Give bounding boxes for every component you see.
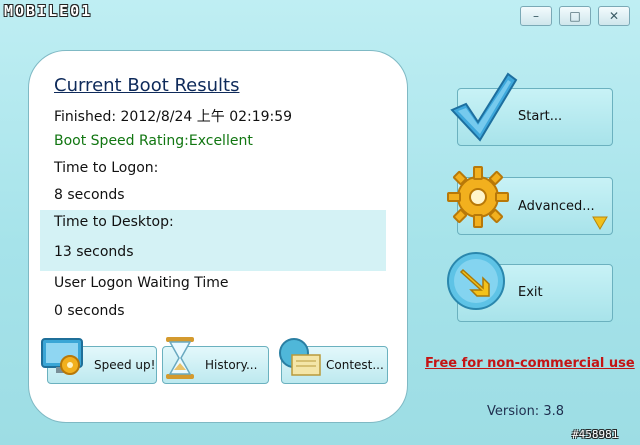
minimize-button[interactable]: – [520, 6, 552, 26]
speed-up-label: Speed up! [94, 358, 156, 372]
hourglass-icon [166, 337, 194, 379]
waiting-value: 0 seconds [54, 303, 125, 319]
speed-rating: Boot Speed Rating:Excellent [54, 133, 253, 149]
results-title: Current Boot Results [54, 75, 240, 96]
history-label: History... [205, 358, 258, 372]
advanced-label: Advanced... [518, 199, 595, 214]
title-bar: MOBILE01 – □ ✕ [0, 0, 640, 30]
version-text: Version: 3.8 [487, 404, 564, 419]
gear-icon [447, 166, 509, 228]
logon-value: 8 seconds [54, 187, 125, 203]
watermark-logo: MOBILE01 [4, 2, 93, 20]
desktop-value: 13 seconds [54, 244, 134, 260]
contest-label: Contest... [326, 358, 384, 372]
close-button[interactable]: ✕ [598, 6, 630, 26]
exit-arrow-icon [447, 252, 505, 310]
image-stamp: #458981 [572, 428, 619, 441]
logon-label: Time to Logon: [54, 160, 159, 176]
history-button[interactable]: History... [162, 337, 269, 384]
contest-button[interactable]: Contest... [279, 338, 388, 384]
monitor-gear-icon [41, 338, 83, 375]
exit-label: Exit [518, 285, 543, 300]
start-label: Start... [518, 109, 563, 124]
trophy-certificate-icon [279, 338, 321, 376]
checkmark-icon [450, 72, 518, 142]
speed-up-button[interactable]: Speed up! [41, 338, 157, 384]
desktop-label: Time to Desktop: [54, 214, 174, 230]
waiting-label: User Logon Waiting Time [54, 275, 229, 291]
free-use-link[interactable]: Free for non-commercial use [425, 356, 635, 371]
maximize-button[interactable]: □ [559, 6, 591, 26]
finished-time: Finished: 2012/8/24 上午 02:19:59 [54, 109, 293, 125]
dropdown-triangle-icon[interactable] [592, 216, 608, 230]
